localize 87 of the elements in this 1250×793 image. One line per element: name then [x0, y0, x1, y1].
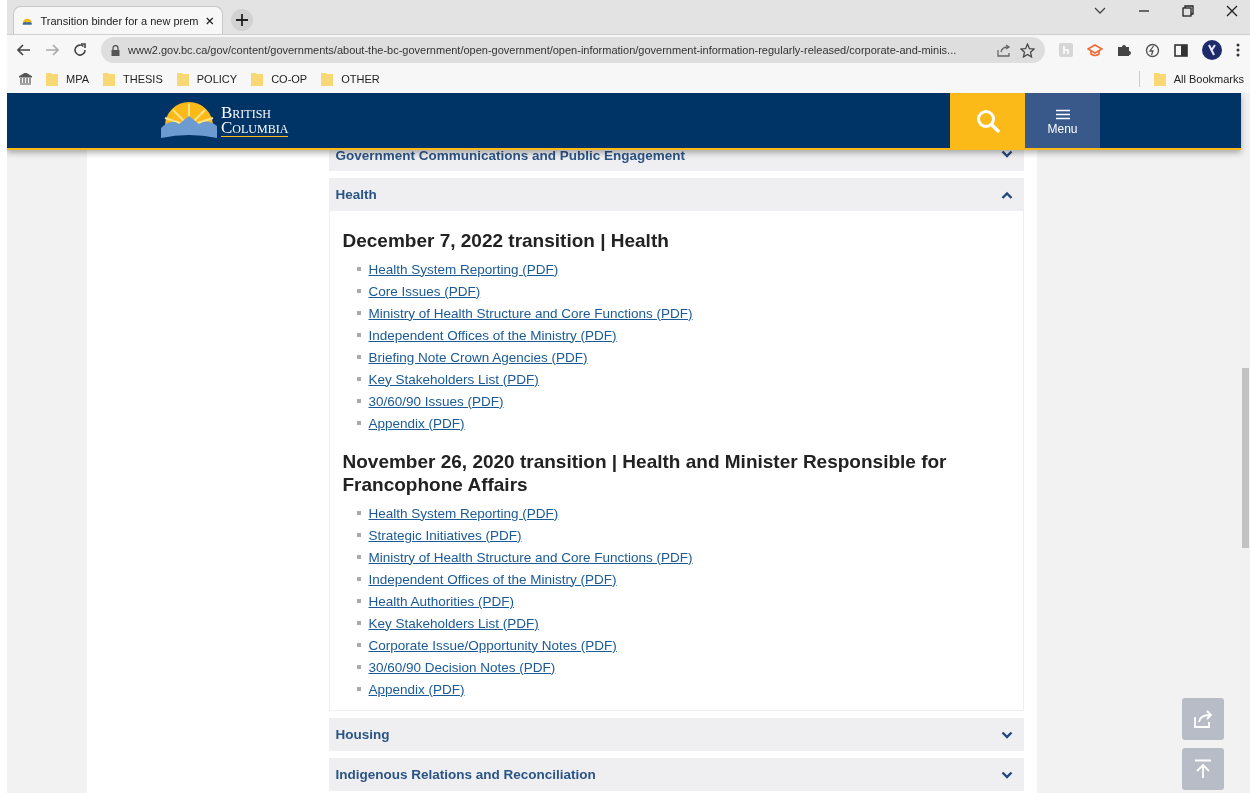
pdf-link[interactable]: Core Issues (PDF)	[368, 283, 481, 299]
bullet-icon	[356, 621, 361, 625]
pdf-link[interactable]: Independent Offices of the Ministry (PDF)	[368, 327, 617, 343]
bullet-icon	[356, 687, 361, 691]
share-icon	[1193, 710, 1213, 728]
cap-icon[interactable]	[1087, 43, 1103, 57]
reload-icon[interactable]	[73, 43, 87, 57]
pdf-link[interactable]: Appendix (PDF)	[368, 681, 465, 697]
close-icon[interactable]	[206, 15, 214, 26]
bookmark-folder[interactable]: POLICY	[176, 72, 238, 86]
bullet-icon	[356, 533, 361, 537]
pdf-link[interactable]: Key Stakeholders List (PDF)	[368, 371, 539, 387]
chevron-down-icon	[1000, 150, 1013, 158]
lightning-circle-icon[interactable]	[1145, 42, 1160, 58]
close-icon[interactable]	[1226, 5, 1238, 17]
chevron-down-icon[interactable]	[1094, 7, 1106, 15]
address-bar[interactable]: www2.gov.bc.ca/gov/content/governments/about-the-bc-government/open-government/open-information/government-information-regularly-released/corporate-and-minis...	[101, 37, 1045, 63]
folder-icon	[1153, 72, 1166, 86]
plus-icon	[236, 14, 248, 26]
bullet-icon	[356, 421, 361, 425]
bullet-icon	[356, 289, 361, 293]
tab-title: Transition binder for a new prem	[40, 14, 199, 27]
share-icon[interactable]	[997, 43, 1012, 57]
pdf-link[interactable]: Ministry of Health Structure and Core Functions (PDF)	[368, 305, 693, 321]
search-icon	[975, 108, 1000, 133]
menu-button[interactable]: Menu	[1025, 93, 1100, 148]
pdf-link[interactable]: 30/60/90 Decision Notes (PDF)	[368, 659, 556, 675]
bookmark-folder[interactable]: MPA	[46, 72, 90, 86]
accordion-header[interactable]: Indigenous Relations and Reconciliation	[328, 758, 1024, 791]
side-panel-icon[interactable]	[1174, 43, 1188, 57]
menu-icon	[1055, 109, 1070, 120]
avatar-icon[interactable]	[1202, 40, 1222, 60]
folder-icon	[251, 72, 264, 86]
section-heading: November 26, 2020 transition | Health and Minister Responsible for Francophone Affairs	[342, 450, 948, 496]
browser-tab[interactable]: Transition binder for a new prem	[13, 6, 223, 34]
logo-wordmark[interactable]: British Columbia	[221, 104, 289, 137]
minimize-icon[interactable]	[1138, 7, 1150, 15]
more-icon[interactable]	[1236, 43, 1240, 57]
bookmark-folder[interactable]: CO-OP	[251, 72, 308, 86]
star-icon[interactable]	[1020, 42, 1035, 58]
bullet-icon	[356, 267, 361, 271]
pdf-link[interactable]: Corporate Issue/Opportunity Notes (PDF)	[368, 637, 617, 653]
accordion-header[interactable]: Health	[328, 178, 1024, 211]
accordion-header[interactable]: Government Communications and Public Engagement	[328, 150, 1024, 171]
bullet-icon	[356, 577, 361, 581]
bullet-icon	[356, 643, 361, 647]
folder-icon	[321, 72, 334, 86]
folder-icon	[46, 72, 58, 86]
bullet-icon	[356, 355, 361, 359]
arrow-up-icon	[1194, 759, 1212, 779]
pdf-link[interactable]: Key Stakeholders List (PDF)	[368, 615, 539, 631]
bank-icon[interactable]	[19, 73, 32, 85]
pdf-link[interactable]: Health System Reporting (PDF)	[368, 505, 559, 521]
section-heading: December 7, 2022 transition | Health	[342, 229, 670, 252]
pdf-link[interactable]: Health System Reporting (PDF)	[368, 261, 559, 277]
pdf-link[interactable]: Health Authorities (PDF)	[368, 593, 515, 609]
bullet-icon	[356, 377, 361, 381]
chevron-down-icon	[1000, 730, 1013, 739]
chevron-up-icon	[1000, 190, 1013, 199]
bookmark-folder[interactable]: THESIS	[103, 72, 163, 86]
back-icon[interactable]	[17, 44, 31, 56]
bullet-icon	[356, 511, 361, 515]
folder-icon	[103, 72, 116, 86]
pdf-link[interactable]: Independent Offices of the Ministry (PDF)	[368, 571, 617, 587]
pdf-link[interactable]: Briefing Note Crown Agencies (PDF)	[368, 349, 588, 365]
bookmark-folder[interactable]: All Bookmarks	[1153, 72, 1244, 86]
url-text: www2.gov.bc.ca/gov/content/governments/about-the-bc-government/open-government/open-information/government-information-regularly-released/corporate-and-minis...	[128, 44, 958, 56]
pdf-link[interactable]: Strategic Initiatives (PDF)	[368, 527, 522, 543]
bullet-icon	[356, 311, 361, 315]
scrollbar-thumb[interactable]	[1242, 368, 1249, 548]
bullet-icon	[356, 665, 361, 669]
chevron-down-icon	[1000, 770, 1013, 779]
bullet-icon	[356, 399, 361, 403]
bookmark-folder[interactable]: OTHER	[321, 72, 380, 86]
bullet-icon	[356, 599, 361, 603]
lock-icon	[111, 44, 120, 56]
accordion-header[interactable]: Housing	[328, 718, 1024, 751]
bullet-icon	[356, 555, 361, 559]
restore-icon[interactable]	[1182, 5, 1194, 17]
new-tab-button[interactable]	[231, 9, 253, 31]
pdf-link[interactable]: Ministry of Health Structure and Core Functions (PDF)	[368, 549, 693, 565]
puzzle-icon[interactable]	[1117, 43, 1131, 57]
sun-mountain-logo-icon[interactable]	[161, 101, 217, 140]
pdf-link[interactable]: Appendix (PDF)	[368, 415, 465, 431]
pdf-link[interactable]: 30/60/90 Issues (PDF)	[368, 393, 504, 409]
bullet-icon	[356, 333, 361, 337]
folder-icon	[176, 72, 189, 86]
